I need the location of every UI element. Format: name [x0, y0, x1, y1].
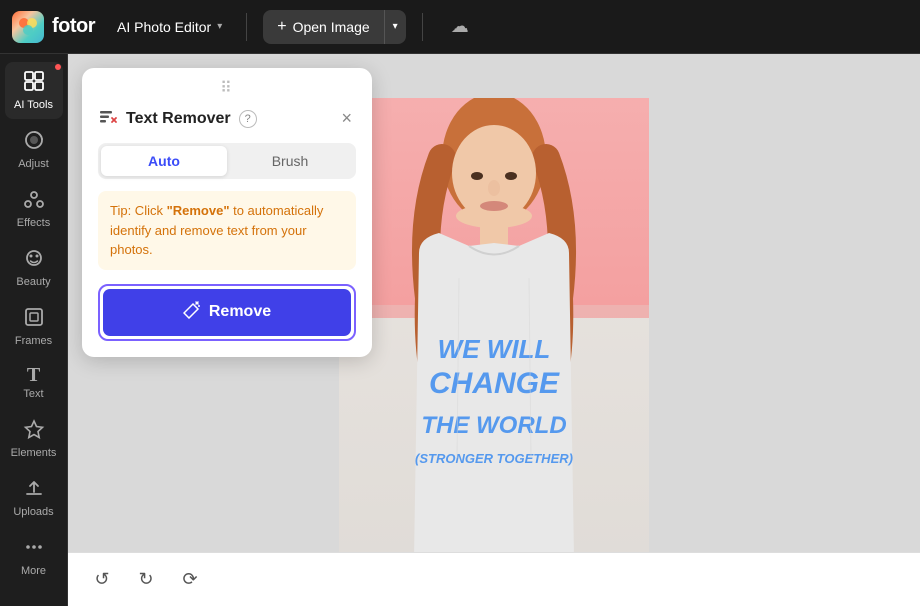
beauty-icon — [23, 247, 45, 273]
card-drag-handle[interactable]: ⠿ — [82, 68, 372, 102]
text-icon: T — [27, 365, 40, 385]
chevron-down-icon: ▾ — [393, 21, 398, 32]
cloud-button[interactable]: ☁ — [447, 12, 473, 41]
undo-button[interactable]: ↺ — [84, 562, 120, 598]
close-button[interactable]: × — [337, 106, 356, 131]
sidebar-item-ai-tools[interactable]: AI Tools — [5, 62, 63, 119]
sidebar-item-effects[interactable]: Effects — [5, 180, 63, 237]
sidebar-item-text[interactable]: T Text — [5, 357, 63, 408]
main-area: AI Tools Adjust Effects — [0, 54, 920, 606]
notification-dot — [55, 64, 61, 70]
bottom-bar: ↺ ↻ ⟳ — [68, 552, 920, 606]
tip-highlight: "Remove" — [167, 203, 230, 218]
effects-icon — [23, 188, 45, 214]
logo-text: fotor — [52, 15, 95, 38]
text-remover-card: ⠿ Text Remover ? — [82, 68, 372, 357]
sidebar-item-uploads[interactable]: Uploads — [5, 469, 63, 526]
elements-icon — [23, 418, 45, 444]
photo-container: WE WILL CHANGE THE WORLD (STRONGER TOGET… — [339, 98, 649, 563]
card-header: Text Remover ? × — [82, 102, 372, 143]
svg-text:WE WILL: WE WILL — [438, 334, 551, 364]
remove-button[interactable]: Remove — [103, 289, 351, 336]
open-image-dropdown-button[interactable]: ▾ — [384, 10, 406, 44]
plus-icon: + — [277, 18, 286, 36]
card-title-area: Text Remover ? — [98, 106, 257, 131]
sidebar-item-wrapper-ai-tools: AI Tools — [5, 62, 63, 119]
open-image-group: + Open Image ▾ — [263, 10, 405, 44]
frames-icon — [23, 306, 45, 332]
sidebar-item-label: Adjust — [18, 158, 49, 170]
svg-text:THE WORLD: THE WORLD — [421, 412, 566, 439]
tab-auto[interactable]: Auto — [101, 146, 227, 176]
cloud-icon: ☁ — [451, 16, 469, 36]
fotor-logo-icon — [12, 11, 44, 43]
ai-photo-editor-label: AI Photo Editor — [117, 19, 211, 35]
redo-icon: ↻ — [138, 569, 153, 590]
reset-icon: ⟳ — [182, 569, 197, 590]
sidebar-item-label: Effects — [17, 217, 50, 229]
adjust-icon — [23, 129, 45, 155]
redo-button[interactable]: ↻ — [128, 562, 164, 598]
topbar: fotor AI Photo Editor ▾ + Open Image ▾ ☁ — [0, 0, 920, 54]
ai-photo-editor-button[interactable]: AI Photo Editor ▾ — [109, 13, 230, 41]
tip-box: Tip: Click "Remove" to automatically ide… — [98, 191, 356, 270]
close-icon: × — [341, 108, 352, 128]
remove-button-wrapper: Remove — [98, 284, 356, 341]
remove-button-label: Remove — [209, 303, 271, 321]
wand-icon — [183, 301, 201, 324]
svg-text:(STRONGER TOGETHER): (STRONGER TOGETHER) — [415, 451, 573, 466]
reset-button[interactable]: ⟳ — [172, 562, 208, 598]
panel-area: ⠿ Text Remover ? — [68, 54, 920, 606]
text-remover-icon — [98, 106, 118, 131]
help-icon[interactable]: ? — [239, 110, 257, 128]
chevron-down-icon: ▾ — [217, 21, 222, 32]
sidebar-item-more[interactable]: More — [5, 528, 63, 585]
uploads-icon — [23, 477, 45, 503]
ai-tools-icon — [23, 70, 45, 96]
tip-text: Tip: Click "Remove" to automatically ide… — [110, 203, 323, 257]
card-title: Text Remover — [126, 110, 231, 128]
sidebar-item-adjust[interactable]: Adjust — [5, 121, 63, 178]
drag-handle-dots: ⠿ — [220, 78, 234, 98]
topbar-divider-2 — [422, 13, 423, 41]
sidebar-item-beauty[interactable]: Beauty — [5, 239, 63, 296]
logo-area: fotor — [12, 11, 95, 43]
undo-icon: ↺ — [94, 569, 109, 590]
svg-text:CHANGE: CHANGE — [429, 367, 560, 400]
sidebar-item-label: More — [21, 565, 46, 577]
open-image-label: Open Image — [293, 19, 370, 35]
more-icon — [23, 536, 45, 562]
sidebar-item-elements[interactable]: Elements — [5, 410, 63, 467]
sidebar-item-frames[interactable]: Frames — [5, 298, 63, 355]
open-image-button[interactable]: + Open Image — [263, 10, 383, 44]
sidebar-item-label: AI Tools — [14, 99, 53, 111]
sidebar-item-label: Elements — [11, 447, 57, 459]
topbar-divider — [246, 13, 247, 41]
tip-prefix: Tip: Click — [110, 203, 167, 218]
mode-tabs: Auto Brush — [98, 143, 356, 179]
tab-brush[interactable]: Brush — [227, 146, 353, 176]
sidebar-item-label: Beauty — [16, 276, 50, 288]
sidebar-item-label: Uploads — [13, 506, 53, 518]
sidebar-item-label: Text — [23, 388, 43, 400]
sidebar: AI Tools Adjust Effects — [0, 54, 68, 606]
photo-display: WE WILL CHANGE THE WORLD (STRONGER TOGET… — [339, 98, 649, 558]
sidebar-item-label: Frames — [15, 335, 52, 347]
